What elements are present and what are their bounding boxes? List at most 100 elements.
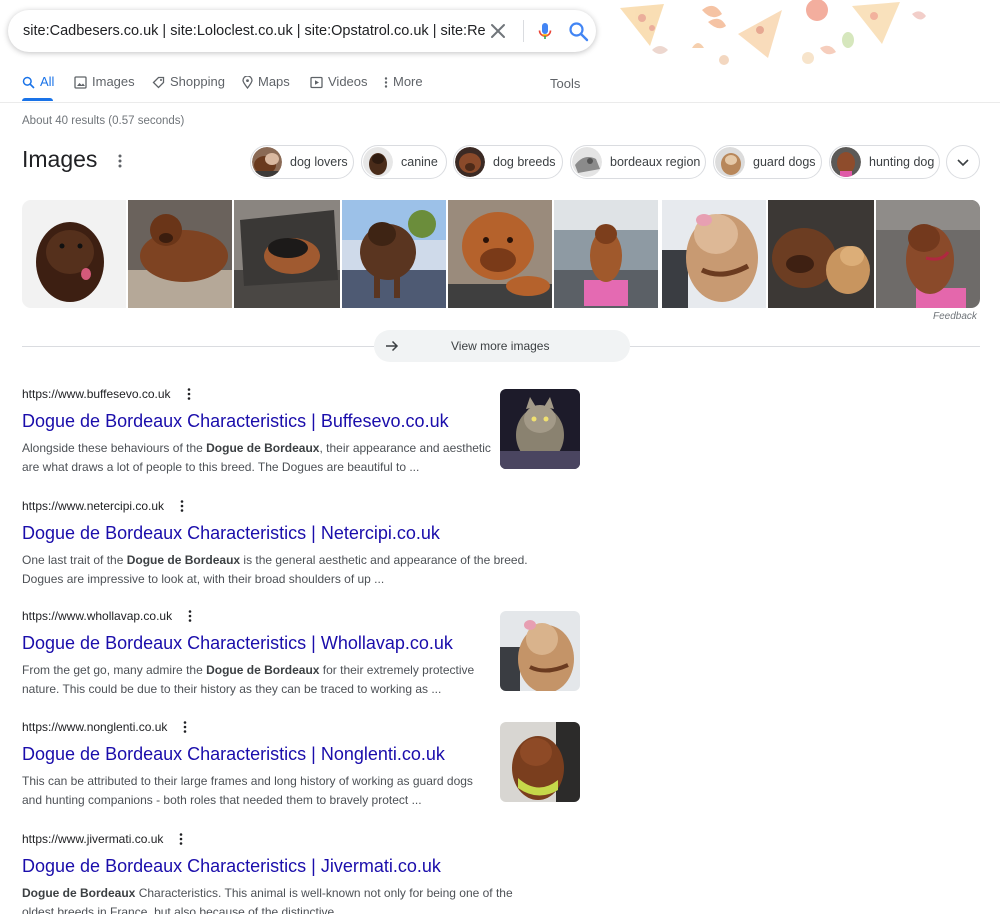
image-result-7[interactable]	[662, 200, 766, 308]
vertical-dots-icon[interactable]	[186, 609, 194, 623]
chip-label: bordeaux region	[610, 155, 701, 169]
result-title-link[interactable]: Dogue de Bordeaux Characteristics | Nong…	[22, 742, 582, 766]
chip-label: guard dogs	[753, 155, 816, 169]
feedback-link[interactable]: Feedback	[933, 311, 977, 322]
chip-dog-lovers[interactable]: dog lovers	[250, 145, 354, 179]
result-thumbnail[interactable]	[500, 611, 580, 691]
divider-line	[22, 346, 374, 347]
chip-label: canine	[401, 155, 438, 169]
chip-label: dog breeds	[493, 155, 556, 169]
result-title-link[interactable]: Dogue de Bordeaux Characteristics | Jive…	[22, 854, 582, 878]
image-result-2[interactable]	[128, 200, 232, 308]
chip-bordeaux-region[interactable]: bordeaux region	[570, 145, 706, 179]
tab-maps[interactable]: Maps	[242, 74, 290, 102]
tab-videos[interactable]: Videos	[310, 74, 368, 102]
snippet-emphasis: Dogue de Bordeaux	[206, 663, 320, 677]
snippet-text: From the get go, many admire the	[22, 663, 207, 677]
image-icon	[74, 76, 87, 89]
snippet-text: One last trait of the	[22, 553, 127, 567]
search-result: https://www.buffesevo.co.uk Dogue de Bor…	[22, 387, 582, 477]
divider-line	[630, 346, 980, 347]
result-title-link[interactable]: Dogue de Bordeaux Characteristics | Whol…	[22, 631, 582, 655]
tab-more[interactable]: More	[384, 74, 423, 102]
result-url-row: https://www.jivermati.co.uk	[22, 832, 582, 846]
header-divider	[0, 102, 1000, 103]
search-icon	[22, 76, 35, 89]
chip-thumbnail	[831, 147, 861, 177]
vertical-dots-icon[interactable]	[177, 832, 185, 846]
result-url[interactable]: https://www.buffesevo.co.uk	[22, 387, 171, 401]
view-more-label: View more images	[451, 339, 550, 353]
chip-guard-dogs[interactable]: guard dogs	[713, 145, 822, 179]
vertical-dots-icon[interactable]	[181, 720, 189, 734]
image-result-3[interactable]	[234, 200, 340, 308]
result-url[interactable]: https://www.nonglenti.co.uk	[22, 720, 167, 734]
search-icon[interactable]	[568, 21, 589, 42]
chip-thumbnail	[572, 147, 602, 177]
tab-label: More	[393, 74, 423, 89]
search-divider	[523, 20, 524, 42]
chip-label: hunting dog	[869, 155, 935, 169]
tab-label: All	[40, 74, 55, 89]
view-more-images-button[interactable]: View more images	[374, 330, 630, 362]
chip-thumbnail	[455, 147, 485, 177]
tab-images[interactable]: Images	[74, 74, 135, 102]
chips-expand-button[interactable]	[946, 145, 980, 179]
result-url[interactable]: https://www.netercipi.co.uk	[22, 499, 164, 513]
search-result: https://www.nonglenti.co.uk Dogue de Bor…	[22, 720, 582, 810]
search-result: https://www.netercipi.co.uk Dogue de Bor…	[22, 499, 582, 589]
vertical-dots-icon[interactable]	[113, 153, 127, 169]
image-result-8[interactable]	[768, 200, 874, 308]
image-result-9[interactable]	[876, 200, 980, 308]
tools-button[interactable]: Tools	[550, 76, 580, 91]
vertical-dots-icon[interactable]	[185, 387, 193, 401]
snippet-text: Alongside these behaviours of the	[22, 441, 207, 455]
clear-icon[interactable]	[488, 21, 508, 41]
chip-thumbnail	[715, 147, 745, 177]
doodle-illustration	[620, 0, 926, 65]
search-result: https://www.jivermati.co.uk Dogue de Bor…	[22, 832, 582, 914]
result-url-row: https://www.netercipi.co.uk	[22, 499, 582, 513]
result-snippet: One last trait of the Dogue de Bordeaux …	[22, 551, 542, 589]
result-thumbnail[interactable]	[500, 389, 580, 469]
tab-label: Images	[92, 74, 135, 89]
chip-hunting-dog[interactable]: hunting dog	[829, 145, 940, 179]
result-url[interactable]: https://www.whollavap.co.uk	[22, 609, 172, 623]
arrow-right-icon	[386, 340, 399, 352]
vertical-dots-icon[interactable]	[178, 499, 186, 513]
video-icon	[310, 76, 323, 89]
result-snippet: From the get go, many admire the Dogue d…	[22, 661, 492, 699]
result-snippet: This can be attributed to their large fr…	[22, 772, 492, 810]
result-url-row: https://www.buffesevo.co.uk	[22, 387, 582, 401]
result-snippet: Dogue de Bordeaux Characteristics. This …	[22, 884, 522, 914]
search-input[interactable]: site:Cadbesers.co.uk | site:Loloclest.co…	[23, 10, 485, 52]
active-tab-indicator	[22, 98, 53, 101]
chip-dog-breeds[interactable]: dog breeds	[453, 145, 563, 179]
result-thumbnail[interactable]	[500, 722, 580, 802]
images-heading: Images	[22, 146, 98, 172]
image-result-5[interactable]	[448, 200, 552, 308]
chip-canine[interactable]: canine	[361, 145, 447, 179]
tag-icon	[152, 76, 165, 89]
search-box[interactable]: site:Cadbesers.co.uk | site:Loloclest.co…	[8, 10, 596, 52]
tab-label: Shopping	[170, 74, 225, 89]
chip-label: dog lovers	[290, 155, 348, 169]
chip-thumbnail	[252, 147, 282, 177]
snippet-emphasis: Dogue de Bordeaux	[126, 553, 241, 567]
image-result-6[interactable]	[554, 200, 658, 308]
tab-label: Maps	[258, 74, 290, 89]
image-result-4[interactable]	[342, 200, 446, 308]
search-result: https://www.whollavap.co.uk Dogue de Bor…	[22, 609, 582, 699]
tab-shopping[interactable]: Shopping	[152, 74, 225, 102]
result-url-row: https://www.whollavap.co.uk	[22, 609, 582, 623]
microphone-icon[interactable]	[535, 21, 555, 41]
result-snippet: Alongside these behaviours of the Dogue …	[22, 439, 492, 477]
image-result-1[interactable]	[22, 200, 126, 308]
image-results-strip	[22, 200, 980, 308]
result-url[interactable]: https://www.jivermati.co.uk	[22, 832, 163, 846]
chevron-down-icon	[957, 159, 969, 167]
result-title-link[interactable]: Dogue de Bordeaux Characteristics | Nete…	[22, 521, 582, 545]
result-title-link[interactable]: Dogue de Bordeaux Characteristics | Buff…	[22, 409, 582, 433]
snippet-emphasis: Dogue de Bordeaux	[206, 441, 320, 455]
results-count: About 40 results (0.57 seconds)	[22, 115, 185, 127]
